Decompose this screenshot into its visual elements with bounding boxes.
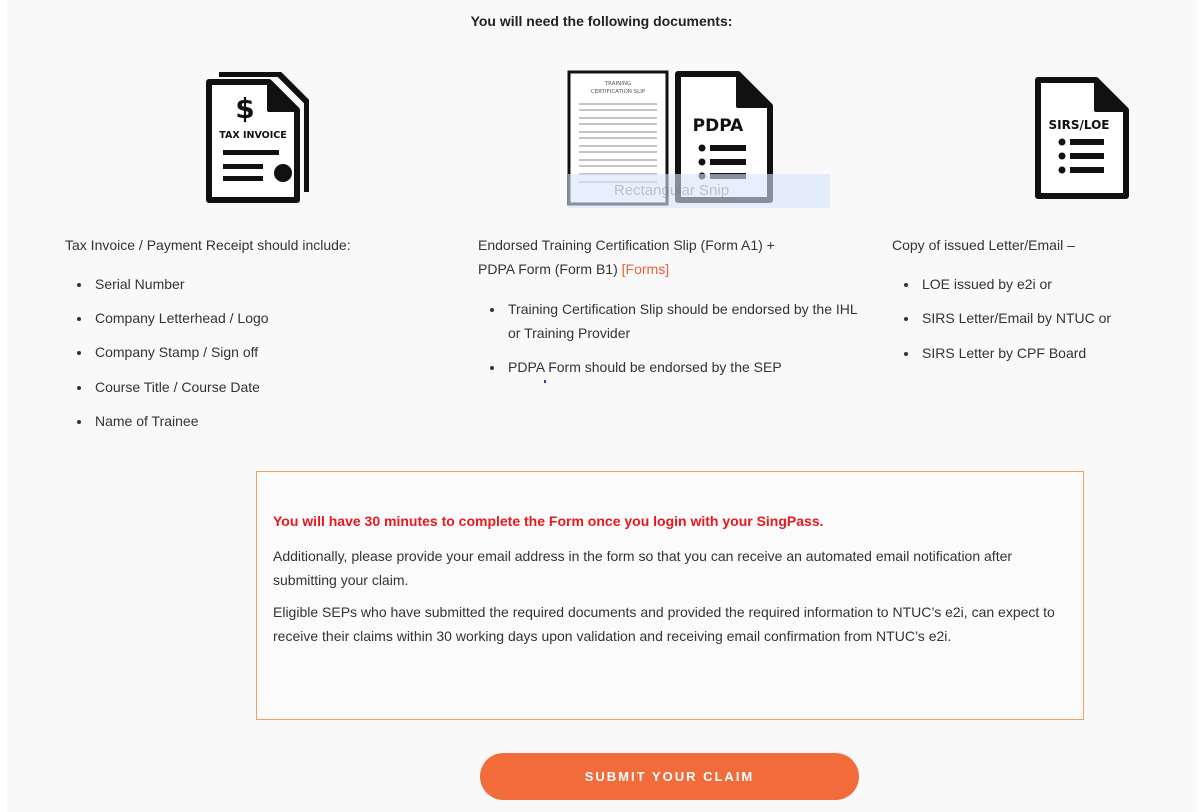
- svg-text:$: $: [235, 92, 254, 125]
- email-notice-text: Additionally, please provide your email …: [273, 548, 1013, 588]
- sirs-loe-icon-label: SIRS/LOE: [1049, 118, 1110, 132]
- sirs-loe-list: LOE issued by e2i or SIRS Letter/Email b…: [892, 272, 1192, 365]
- tax-invoice-icon-label: TAX INVOICE: [219, 130, 286, 141]
- sirs-loe-title: Copy of issued Letter/Email –: [892, 237, 1075, 253]
- snip-overlay-label: Rectangular Snip: [614, 182, 730, 199]
- certification-title-line2: PDPA Form (Form B1) [Forms]: [478, 257, 868, 281]
- list-item: SIRS Letter by CPF Board: [892, 341, 1192, 365]
- list-item: Serial Number: [65, 272, 425, 296]
- certification-list: Training Certification Slip should be en…: [478, 297, 868, 379]
- list-item: PDPA Form should be endorsed by the SEP: [478, 355, 868, 379]
- list-item: Course Title / Course Date: [65, 375, 425, 399]
- pdpa-icon-label: PDPA: [693, 116, 744, 136]
- slip-icon-label-1: TRAINING: [604, 81, 631, 87]
- list-item: Company Stamp / Sign off: [65, 340, 425, 364]
- sirs-loe-icon: SIRS/LOE: [1035, 77, 1129, 199]
- slip-icon-label-2: CERTIFICATION SLIP: [591, 89, 646, 95]
- certification-title-line2-text: PDPA Form (Form B1): [478, 261, 622, 277]
- section-heading: You will need the following documents:: [470, 13, 733, 29]
- certification-title: Endorsed Training Certification Slip (Fo…: [478, 233, 868, 281]
- tax-invoice-list: Serial Number Company Letterhead / Logo …: [65, 272, 425, 433]
- cursor-dot: [544, 380, 546, 383]
- time-limit-warning: You will have 30 minutes to complete the…: [273, 513, 824, 529]
- tax-invoice-icon: $ TAX INVOICE: [206, 72, 309, 203]
- rectangular-snip-overlay: Rectangular Snip: [568, 174, 830, 208]
- claims-timeline-text: Eligible SEPs who have submitted the req…: [273, 604, 1055, 644]
- forms-link[interactable]: [Forms]: [622, 261, 669, 277]
- notice-box: You will have 30 minutes to complete the…: [256, 471, 1084, 720]
- list-item: Training Certification Slip should be en…: [478, 297, 868, 345]
- certification-title-line1: Endorsed Training Certification Slip (Fo…: [478, 237, 775, 253]
- list-item: Company Letterhead / Logo: [65, 306, 425, 330]
- list-item: LOE issued by e2i or: [892, 272, 1192, 296]
- submit-claim-button[interactable]: SUBMIT YOUR CLAIM: [480, 753, 859, 800]
- list-item: Name of Trainee: [65, 409, 425, 433]
- tax-invoice-title: Tax Invoice / Payment Receipt should inc…: [65, 237, 351, 253]
- list-item: SIRS Letter/Email by NTUC or: [892, 306, 1192, 330]
